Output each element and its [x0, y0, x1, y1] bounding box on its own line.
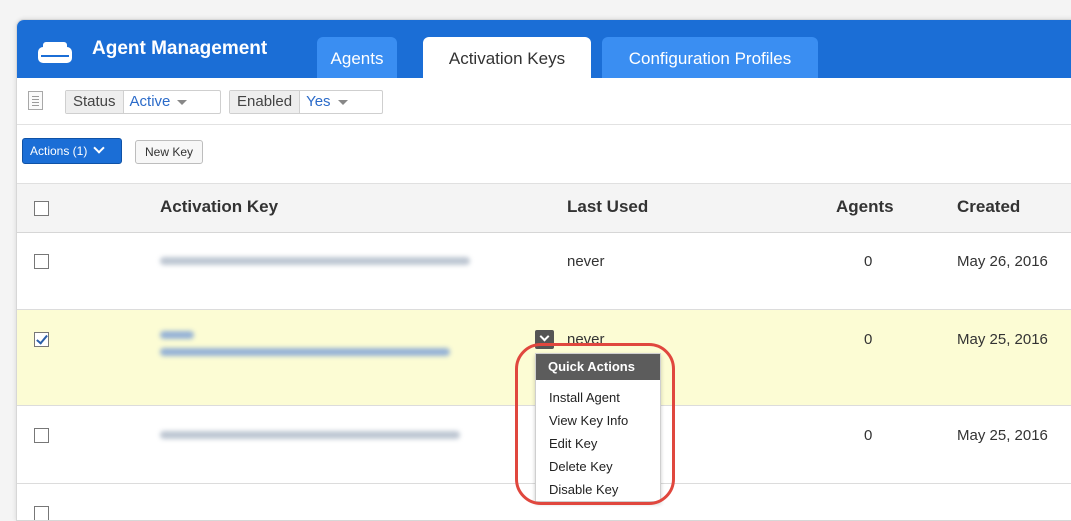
- last-used-value: never: [567, 253, 605, 270]
- dropdown-caret-icon: [177, 99, 188, 105]
- chevron-down-icon: [93, 142, 106, 154]
- new-key-button[interactable]: New Key: [135, 140, 203, 164]
- table-row[interactable]: never 0 May 26, 2016: [17, 232, 1071, 310]
- status-filter[interactable]: Status Active: [65, 90, 221, 114]
- enabled-filter-value[interactable]: Yes: [300, 91, 354, 113]
- actions-button-label: Actions (1): [30, 144, 88, 158]
- table-header: Activation Key Last Used Agents Created: [17, 183, 1071, 233]
- status-filter-label: Status: [66, 91, 124, 113]
- select-all-checkbox[interactable]: [34, 201, 49, 216]
- column-header-created[interactable]: Created: [957, 197, 1020, 217]
- status-filter-value[interactable]: Active: [123, 91, 194, 113]
- agent-management-panel: Agent Management Agents Activation Keys …: [16, 19, 1071, 521]
- row-checkbox[interactable]: [34, 428, 49, 443]
- redacted-activation-key: [160, 431, 460, 439]
- column-header-agents[interactable]: Agents: [836, 197, 894, 217]
- row-checkbox[interactable]: [34, 254, 49, 269]
- app-title: Agent Management: [92, 38, 268, 59]
- agents-count: 0: [864, 253, 873, 270]
- actions-button[interactable]: Actions (1): [22, 138, 122, 164]
- app-header: Agent Management Agents Activation Keys …: [17, 20, 1071, 79]
- row-checkbox-checked[interactable]: [34, 332, 49, 347]
- agents-count: 0: [864, 427, 873, 444]
- created-date: May 25, 2016: [957, 427, 1048, 444]
- tab-agents[interactable]: Agents: [317, 37, 397, 78]
- row-checkbox[interactable]: [34, 506, 49, 520]
- filter-bar: Status Active Enabled Yes: [17, 78, 1071, 125]
- agents-count: 0: [864, 331, 873, 348]
- enabled-filter-label: Enabled: [230, 91, 301, 113]
- redacted-activation-key: [160, 348, 450, 356]
- created-date: May 25, 2016: [957, 331, 1048, 348]
- redacted-key-name: [160, 331, 194, 339]
- enabled-filter[interactable]: Enabled Yes: [229, 90, 383, 114]
- tab-activation-keys[interactable]: Activation Keys: [423, 37, 591, 79]
- column-header-last-used[interactable]: Last Used: [567, 197, 648, 217]
- dropdown-caret-icon: [337, 99, 348, 105]
- agent-device-icon: [38, 42, 72, 63]
- column-header-activation-key[interactable]: Activation Key: [160, 197, 278, 217]
- list-view-icon[interactable]: [28, 91, 43, 110]
- redacted-activation-key: [160, 257, 470, 265]
- tab-configuration-profiles[interactable]: Configuration Profiles: [602, 37, 818, 78]
- highlight-annotation: [515, 343, 675, 505]
- created-date: May 26, 2016: [957, 253, 1048, 270]
